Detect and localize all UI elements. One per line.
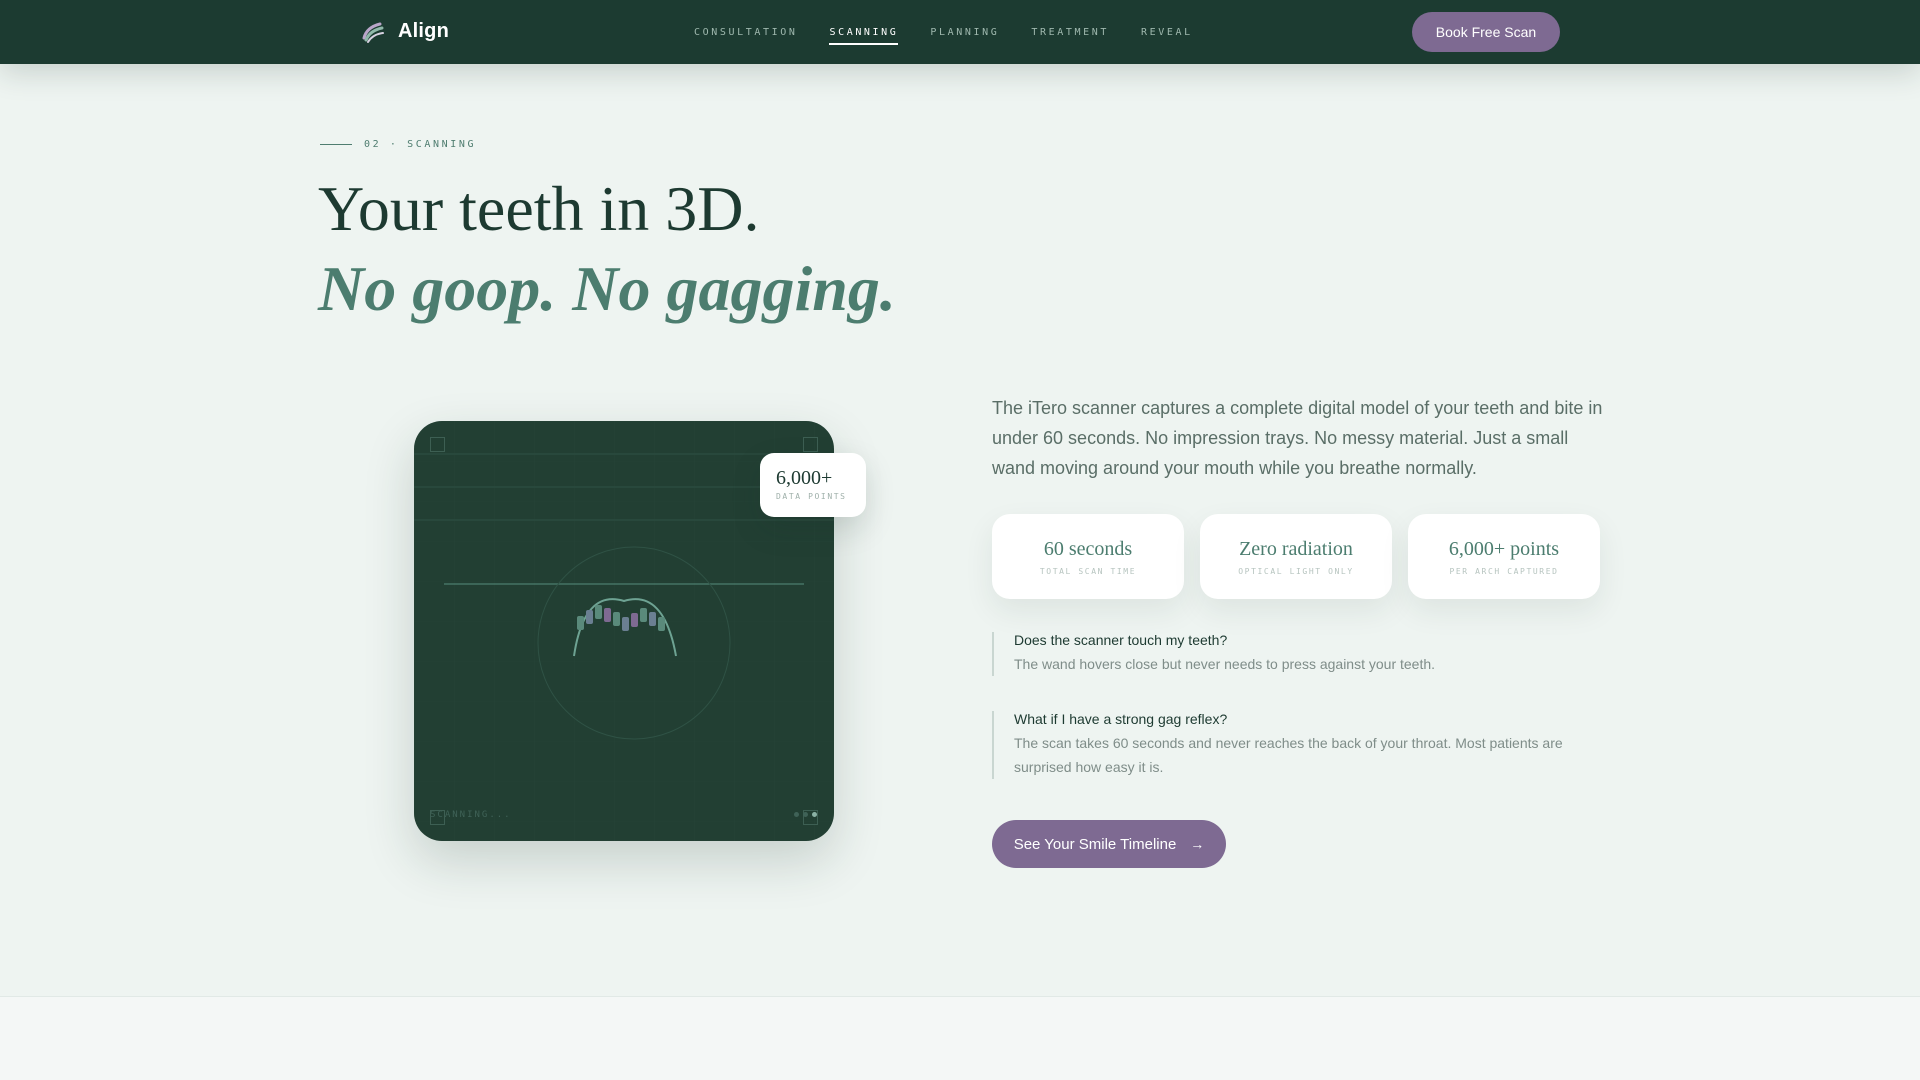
- cta-label: See Your Smile Timeline: [1013, 835, 1177, 853]
- eyebrow-line: [320, 144, 352, 145]
- brand-logo-icon: [362, 22, 384, 43]
- data-points-badge: 6,000+ DATA POINTS: [760, 453, 866, 517]
- stat-label: OPTICAL LIGHT ONLY: [1238, 566, 1354, 576]
- stat-card: Zero radiation OPTICAL LIGHT ONLY: [1200, 514, 1392, 599]
- eyebrow-text: 02 · SCANNING: [364, 139, 477, 150]
- faq-item: What if I have a strong gag reflex? The …: [992, 711, 1594, 779]
- progress-dot: [794, 812, 799, 817]
- stats-row: 60 seconds TOTAL SCAN TIME Zero radiatio…: [992, 514, 1600, 599]
- faq-item: Does the scanner touch my teeth? The wan…: [992, 632, 1594, 676]
- stat-card: 6,000+ points PER ARCH CAPTURED: [1408, 514, 1600, 599]
- page-subtitle: No goop. No gagging.: [318, 253, 896, 324]
- stat-card: 60 seconds TOTAL SCAN TIME: [992, 514, 1184, 599]
- arrow-right-icon: →: [1190, 836, 1205, 852]
- data-points-value: 6,000+: [776, 467, 833, 489]
- stat-value: 6,000+ points: [1448, 537, 1560, 560]
- stat-value: 60 seconds: [1043, 537, 1133, 560]
- scan-status: SCANNING...: [430, 810, 512, 820]
- nav-links: CONSULTATION SCANNING PLANNING TREATMENT…: [694, 0, 1193, 64]
- stat-value: Zero radiation: [1239, 537, 1353, 560]
- next-section: [0, 996, 1920, 1080]
- progress-dot: [803, 812, 808, 817]
- stat-label: PER ARCH CAPTURED: [1449, 566, 1559, 576]
- page-title: Your teeth in 3D.: [318, 173, 760, 244]
- brand[interactable]: Align: [360, 18, 449, 44]
- progress-dot: [812, 812, 817, 817]
- faq-answer: The scan takes 60 seconds and never reac…: [1014, 735, 1563, 775]
- book-free-scan-button[interactable]: Book Free Scan: [1412, 12, 1560, 52]
- faq-question: What if I have a strong gag reflex?: [1014, 711, 1228, 727]
- corner-marker: [430, 437, 445, 452]
- section-eyebrow: 02 · SCANNING: [320, 139, 476, 150]
- scan-progress-dots: [794, 812, 817, 817]
- see-smile-timeline-button[interactable]: See Your Smile Timeline →: [992, 820, 1226, 868]
- nav-link-treatment[interactable]: TREATMENT: [1031, 23, 1109, 42]
- scanner-description: The iTero scanner captures a complete di…: [992, 398, 1603, 478]
- faq-answer: The wand hovers close but never needs to…: [1014, 656, 1436, 672]
- corner-marker: [803, 437, 818, 452]
- faq-question: Does the scanner touch my teeth?: [1014, 632, 1228, 648]
- data-points-label: DATA POINTS: [776, 492, 847, 501]
- nav-link-planning[interactable]: PLANNING: [930, 23, 999, 42]
- top-nav: Align CONSULTATION SCANNING PLANNING TRE…: [0, 0, 1920, 64]
- brand-name: Align: [398, 19, 449, 42]
- nav-link-reveal[interactable]: REVEAL: [1141, 23, 1193, 42]
- nav-link-consultation[interactable]: CONSULTATION: [694, 23, 797, 42]
- stat-label: TOTAL SCAN TIME: [1039, 566, 1137, 576]
- nav-link-scanning[interactable]: SCANNING: [829, 23, 899, 45]
